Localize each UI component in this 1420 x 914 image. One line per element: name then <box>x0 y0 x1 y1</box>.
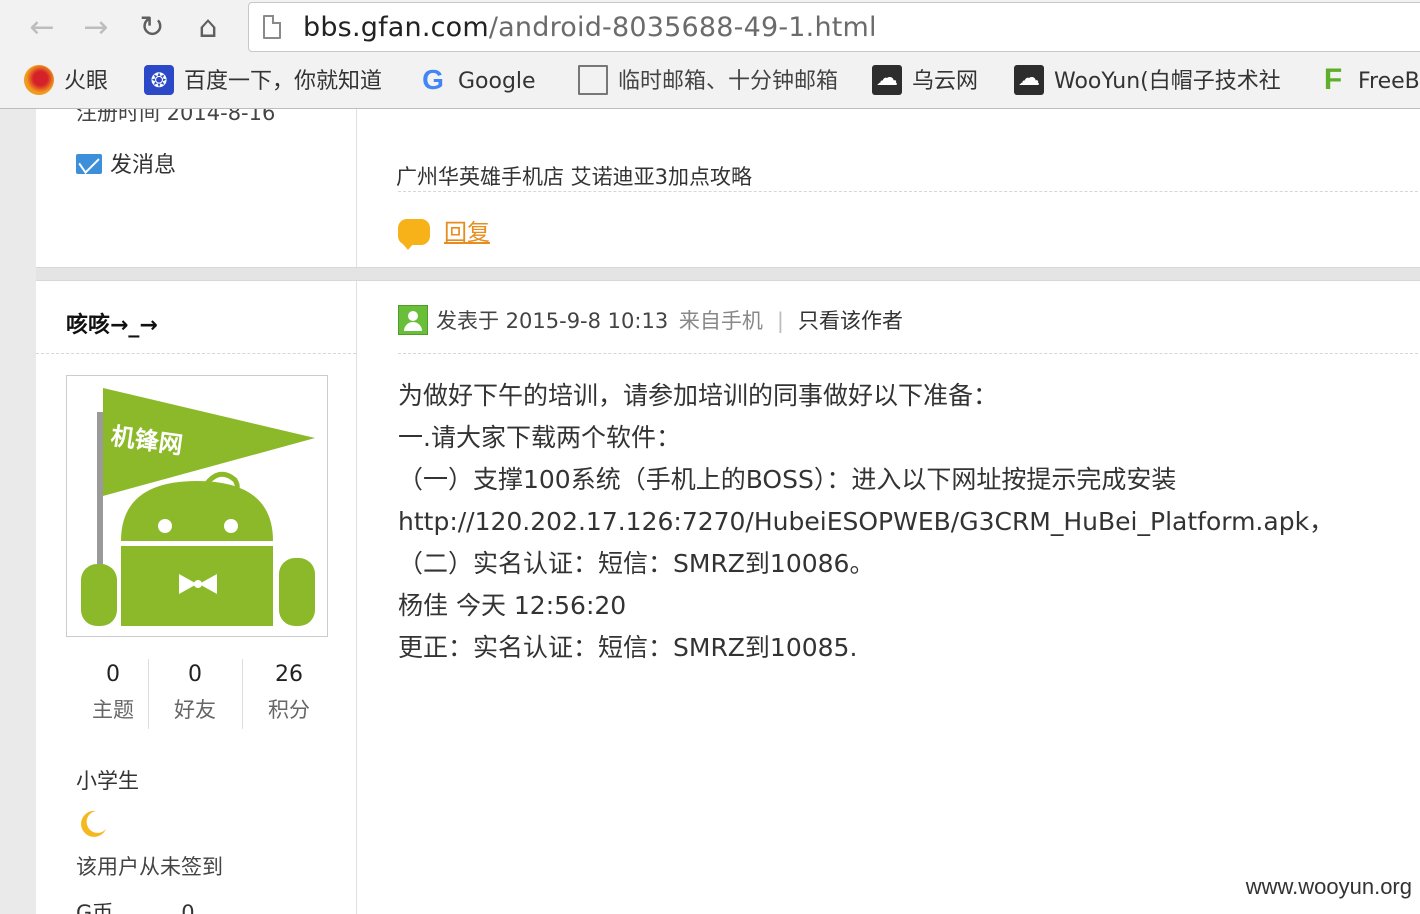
bookmark-wooyun-community[interactable]: WooYun(白帽子技术社 <box>1014 56 1281 108</box>
browser-toolbar: ← → ↻ ⌂ bbs.gfan.com/android-8035688-49-… <box>0 0 1420 56</box>
send-message-link[interactable]: 发消息 <box>76 147 176 179</box>
url-path: /android-8035688-49-1.html <box>488 12 877 43</box>
cloud-icon <box>872 65 902 95</box>
user-rank[interactable]: 小学生 <box>76 765 139 795</box>
reply-button[interactable]: 回复 <box>398 213 490 250</box>
url-host: bbs.gfan.com <box>303 12 489 43</box>
mail-icon <box>76 154 102 174</box>
baidu-paw-icon <box>144 65 174 95</box>
bookmark-label: 临时邮箱、十分钟邮箱 <box>618 69 839 94</box>
forward-arrow-icon[interactable]: → <box>76 8 116 48</box>
bookmark-label: 乌云网 <box>912 69 979 94</box>
post-line: （一）支撑100系统（手机上的BOSS）：进入以下网址按提示完成安装 <box>398 465 1177 494</box>
bookmark-huoyan[interactable]: 火眼 <box>24 56 108 108</box>
post-line: 杨佳 今天 12:56:20 <box>398 591 627 620</box>
divider <box>398 191 1420 192</box>
bookmark-label: Google <box>458 69 536 94</box>
checkin-status: 该用户从未签到 <box>76 855 223 879</box>
bookmark-label: 火眼 <box>64 69 109 94</box>
post-line: 更正：实名认证：短信：SMRZ到10085. <box>398 633 858 662</box>
author-username[interactable]: 咳咳→_→ <box>66 307 158 339</box>
stat-value: 0 <box>106 662 120 687</box>
fire-eye-icon <box>24 65 54 95</box>
bookmark-baidu[interactable]: 百度一下，你就知道 <box>144 56 382 108</box>
gcoin-row: G币 0 <box>76 897 195 914</box>
post-body: 为做好下午的培训，请参加培训的同事做好以下准备： 一.请大家下载两个软件： （一… <box>398 375 1334 669</box>
pipe-separator: | <box>776 309 784 333</box>
bookmark-label: 百度一下，你就知道 <box>184 69 383 94</box>
post-table: 注册时间 2014-8-16 发消息 广州华英雄手机店 艾诺迪亚3加点攻略 回复… <box>36 109 1420 914</box>
page-content: 注册时间 2014-8-16 发消息 广州华英雄手机店 艾诺迪亚3加点攻略 回复… <box>0 109 1420 914</box>
stat-topics[interactable]: 0 主题 <box>66 657 160 727</box>
google-icon: G <box>422 64 444 95</box>
from-mobile-label: 来自手机 <box>678 309 763 333</box>
bookmark-label: FreeB <box>1358 69 1420 94</box>
address-bar[interactable]: bbs.gfan.com/android-8035688-49-1.html <box>248 2 1420 52</box>
user-stats: 0 主题 0 好友 26 积分 <box>66 657 336 731</box>
avatar[interactable]: 机锋网 <box>66 375 328 637</box>
post-time: 发表于 2015-9-8 10:13 <box>436 309 669 333</box>
register-time: 注册时间 2014-8-16 <box>76 109 276 125</box>
post-separator <box>36 267 1420 281</box>
watermark: www.wooyun.org <box>1245 874 1412 899</box>
post-line: （二）实名认证：短信：SMRZ到10086。 <box>398 549 875 578</box>
reply-link[interactable]: 回复 <box>444 220 490 246</box>
bookmark-wooyun[interactable]: 乌云网 <box>872 56 978 108</box>
stat-value: 26 <box>275 662 303 687</box>
divider <box>36 353 356 354</box>
stat-label: 好友 <box>174 698 216 722</box>
divider <box>398 353 1420 354</box>
gcoin-label: G币 <box>76 901 114 914</box>
page-icon <box>263 15 281 39</box>
gfan-android-avatar-icon: 机锋网 <box>81 388 315 626</box>
url-text[interactable]: bbs.gfan.com/android-8035688-49-1.html <box>303 12 877 43</box>
moon-icon <box>81 810 106 837</box>
speech-bubble-icon <box>398 218 430 250</box>
freebuf-icon: F <box>1323 63 1343 96</box>
stat-friends[interactable]: 0 好友 <box>148 657 242 727</box>
post-header: 发表于 2015-9-8 10:13 来自手机 | 只看该作者 <box>398 305 903 337</box>
bookmark-label: WooYun(白帽子技术社 <box>1054 69 1281 94</box>
only-author-link[interactable]: 只看该作者 <box>798 309 903 333</box>
stat-label: 主题 <box>92 698 134 722</box>
bookmark-google[interactable]: G Google <box>418 56 536 108</box>
send-message-label: 发消息 <box>110 153 177 178</box>
home-icon[interactable]: ⌂ <box>188 8 228 48</box>
user-online-icon <box>398 305 428 335</box>
bookmark-freebuf[interactable]: F FreeB <box>1318 56 1420 108</box>
post-line: 为做好下午的培训，请参加培训的同事做好以下准备： <box>398 381 999 410</box>
post-line: 一.请大家下载两个软件： <box>398 423 681 452</box>
back-arrow-icon[interactable]: ← <box>22 8 62 48</box>
post-line-url: http://120.202.17.126:7270/HubeiESOPWEB/… <box>398 507 1335 536</box>
stat-points[interactable]: 26 积分 <box>242 657 336 727</box>
document-icon <box>578 65 608 95</box>
reload-icon[interactable]: ↻ <box>132 8 172 48</box>
gcoin-value: 0 <box>181 901 195 914</box>
signature[interactable]: 广州华英雄手机店 艾诺迪亚3加点攻略 <box>396 161 752 191</box>
stat-value: 0 <box>188 662 202 687</box>
cloud-icon <box>1014 65 1044 95</box>
bookmark-temp-mail[interactable]: 临时邮箱、十分钟邮箱 <box>572 56 838 108</box>
bookmarks-bar: 火眼 百度一下，你就知道 G Google 临时邮箱、十分钟邮箱 乌云网 WooY… <box>0 56 1420 109</box>
stat-label: 积分 <box>268 698 310 722</box>
